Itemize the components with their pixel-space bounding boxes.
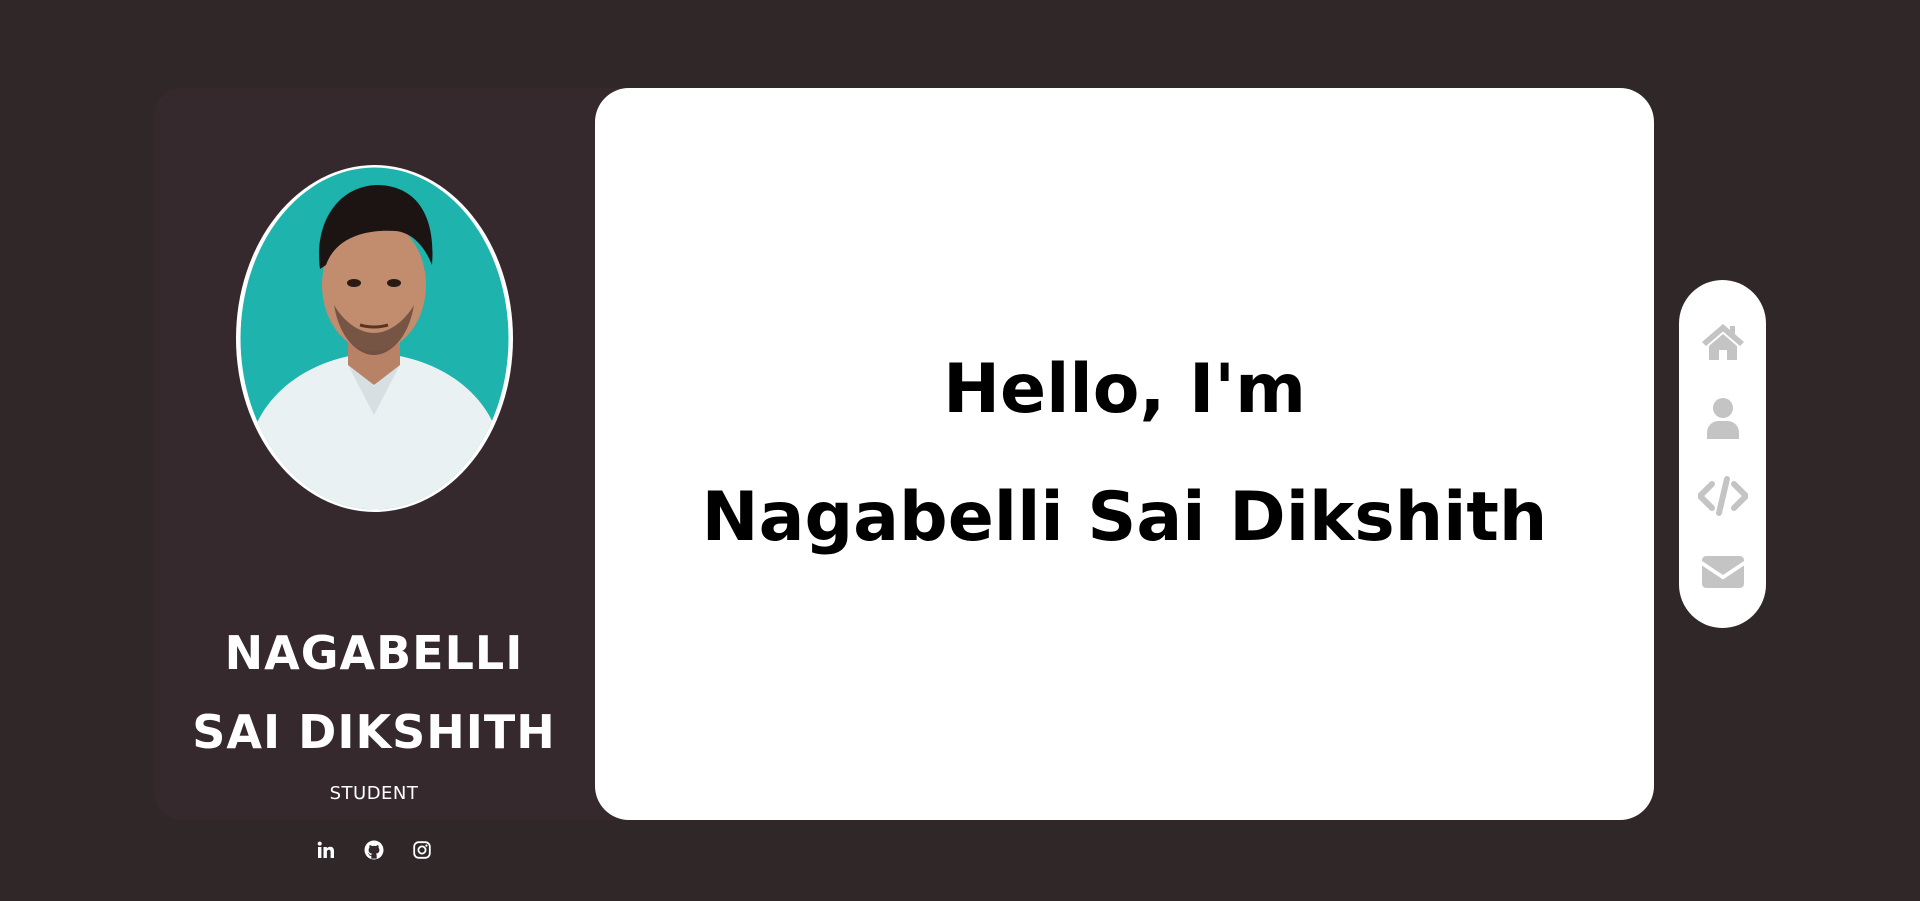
profile-content: NAGABELLI SAI DIKSHITH STUDENT (154, 88, 594, 860)
profile-role: STUDENT (329, 783, 419, 804)
hero-full-name: Nagabelli Sai Dikshith (701, 478, 1548, 557)
hero-greeting: Hello, I'm (943, 350, 1306, 429)
user-icon[interactable] (1697, 392, 1749, 444)
social-links (154, 840, 594, 860)
code-icon[interactable] (1697, 470, 1749, 522)
profile-name-line2: SAI DIKSHITH (192, 705, 556, 759)
side-nav (1679, 280, 1766, 628)
page: NAGABELLI SAI DIKSHITH STUDENT Hello, I'… (0, 0, 1920, 901)
linkedin-icon[interactable] (316, 840, 336, 860)
envelope-icon[interactable] (1697, 546, 1749, 598)
profile-name-line1: NAGABELLI (224, 626, 524, 680)
hero-panel: Hello, I'm Nagabelli Sai Dikshith (595, 88, 1654, 820)
instagram-icon[interactable] (412, 840, 432, 860)
avatar (236, 165, 513, 512)
home-icon[interactable] (1697, 316, 1749, 368)
github-icon[interactable] (364, 840, 384, 860)
